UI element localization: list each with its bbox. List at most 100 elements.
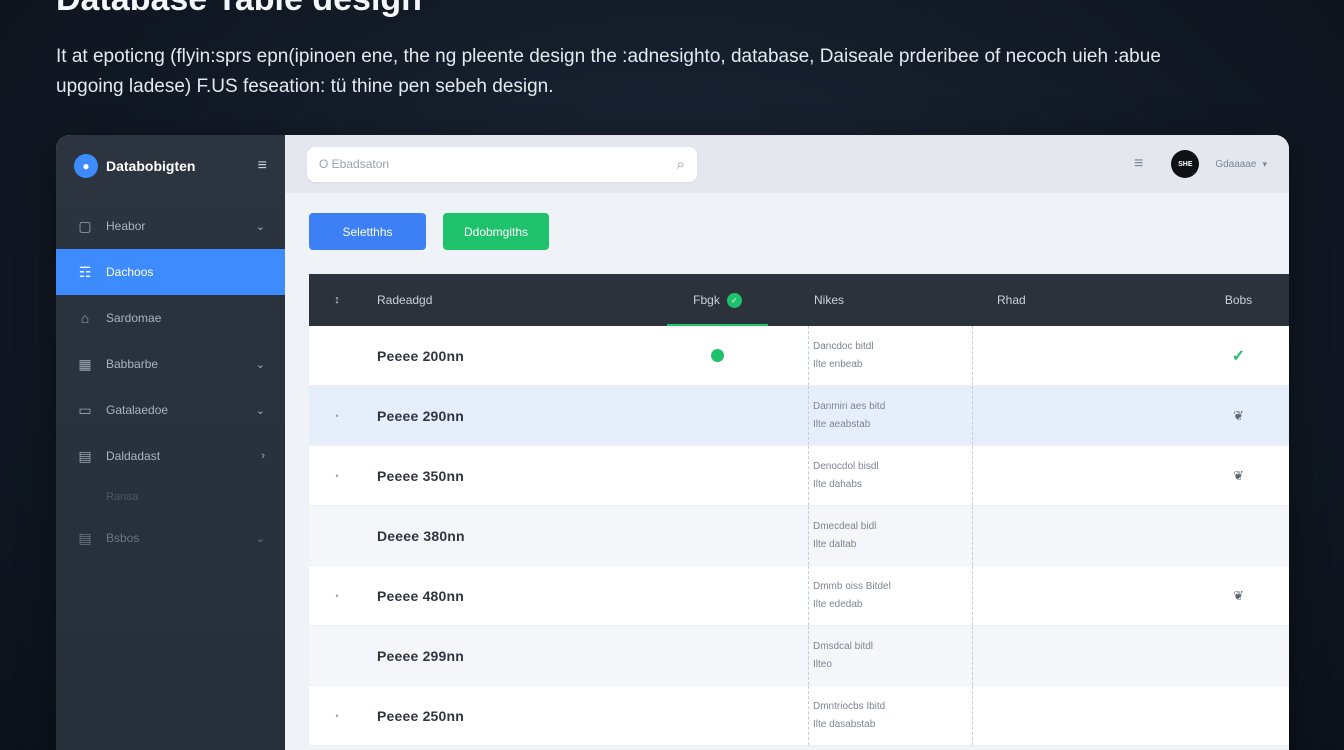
home-icon: ⌂ bbox=[80, 310, 90, 326]
table-row[interactable]: • Peeee 480nn Dmmb oiss Bitdel Ilte eded… bbox=[309, 566, 1289, 626]
sidebar-item-4[interactable]: ▭ Gatalaedoe ⌄ bbox=[56, 387, 285, 433]
row-name: Peeee 290nn bbox=[377, 407, 465, 424]
sidebar-item-5[interactable]: ▤ Daldadast › bbox=[56, 433, 285, 479]
sidebar-item-label: Babbarbe bbox=[106, 357, 159, 371]
row-name: Peeee 200nn bbox=[377, 347, 465, 364]
column-header-status[interactable]: Fbgk ✓ bbox=[627, 274, 808, 326]
row-note-line: Dmmb oiss Bitdel bbox=[813, 580, 891, 592]
drag-handle-icon[interactable]: • bbox=[309, 386, 365, 445]
row-state[interactable] bbox=[1188, 506, 1289, 565]
column-header-notes[interactable]: Nikes bbox=[808, 274, 973, 326]
drag-handle-icon[interactable]: • bbox=[309, 566, 365, 625]
row-note-line: Dmntriocbs Ibitd bbox=[813, 700, 886, 712]
row-note-line: Ilte daltab bbox=[813, 538, 857, 550]
chevron-down-icon: ⌄ bbox=[255, 404, 265, 417]
link-icon: ❦ bbox=[1233, 587, 1244, 603]
data-table: ↕ Radeadgd Fbgk ✓ Nikes Rhad Bobs Peeee … bbox=[309, 274, 1289, 746]
search-input[interactable] bbox=[319, 157, 677, 171]
row-state[interactable]: ❦ bbox=[1188, 446, 1289, 505]
row-state[interactable]: ❦ bbox=[1188, 566, 1289, 625]
row-state[interactable] bbox=[1188, 686, 1289, 745]
sidebar-item-2[interactable]: ⌂ Sardomae bbox=[56, 295, 285, 341]
sidebar-item-6[interactable]: ▤ Bsbos ⌄ bbox=[56, 515, 285, 561]
success-action-button[interactable]: Ddobmgiths bbox=[443, 213, 549, 250]
table-icon: ▤ bbox=[78, 529, 92, 546]
brand: ● Databobigten ≡ bbox=[56, 135, 285, 197]
row-status bbox=[627, 446, 808, 505]
row-read bbox=[973, 386, 1188, 445]
row-notes: Danmiri aes bitd Ilte aeabstab bbox=[808, 386, 973, 445]
sort-icon[interactable]: ↕ bbox=[309, 274, 365, 326]
row-name: Peeee 350nn bbox=[377, 467, 465, 484]
user-name[interactable]: Gdaaaae bbox=[1215, 159, 1256, 170]
row-status bbox=[627, 566, 808, 625]
table-row[interactable]: • Peeee 250nn Dmntriocbs Ibitd Ilte dasa… bbox=[309, 686, 1289, 746]
avatar[interactable]: SHE bbox=[1171, 150, 1200, 178]
row-notes: Denocdol bisdl Ilte dahabs bbox=[808, 446, 973, 505]
column-header-status-label: Fbgk bbox=[693, 293, 720, 307]
chevron-down-icon[interactable]: ▾ bbox=[1262, 159, 1267, 170]
table-row[interactable]: • Peeee 290nn Danmiri aes bitd Ilte aeab… bbox=[309, 386, 1289, 446]
row-note-line: Dmsdcal bitdl bbox=[813, 640, 874, 652]
row-state[interactable] bbox=[1188, 626, 1289, 685]
chevron-down-icon: ⌄ bbox=[255, 532, 265, 545]
sidebar-item-3[interactable]: ▦ Babbarbe ⌄ bbox=[56, 341, 285, 387]
row-status bbox=[627, 386, 808, 445]
main-content: ⌕ ≡ SHE Gdaaaae ▾ Seletthhs Ddobmgiths ↕… bbox=[285, 135, 1289, 750]
row-note-line: Ilte dahabs bbox=[813, 478, 862, 490]
table-row[interactable]: Peeee 299nn Dmsdcal bitdl Ilteo bbox=[309, 626, 1289, 686]
drag-handle-icon[interactable]: • bbox=[309, 686, 365, 745]
grid-icon: ▦ bbox=[78, 355, 92, 372]
check-icon: ✓ bbox=[1231, 347, 1246, 365]
sidebar: ● Databobigten ≡ ▢ Heabor ⌄ ☶ Dachoos ⌂ … bbox=[56, 135, 285, 750]
sidebar-item-0[interactable]: ▢ Heabor ⌄ bbox=[56, 203, 285, 249]
row-name: Peeee 480nn bbox=[377, 587, 465, 604]
row-state[interactable]: ❦ bbox=[1188, 386, 1289, 445]
drag-handle-icon[interactable] bbox=[309, 326, 365, 385]
row-status bbox=[627, 506, 808, 565]
row-note-line: Ilteo bbox=[813, 658, 832, 670]
panel-icon: ▭ bbox=[78, 401, 92, 418]
table-row[interactable]: • Peeee 350nn Denocdol bisdl Ilte dahabs… bbox=[309, 446, 1289, 506]
drag-handle-icon[interactable] bbox=[309, 506, 365, 565]
square-icon: ▢ bbox=[78, 217, 92, 234]
row-state[interactable]: ✓ bbox=[1188, 326, 1289, 385]
stack-icon: ☶ bbox=[78, 263, 92, 280]
search-box: ⌕ bbox=[307, 146, 697, 182]
row-read bbox=[973, 626, 1188, 685]
action-buttons: Seletthhs Ddobmgiths bbox=[309, 213, 566, 250]
drag-handle-icon[interactable] bbox=[309, 626, 365, 685]
sidebar-item-1[interactable]: ☶ Dachoos bbox=[56, 249, 285, 295]
column-header-state[interactable]: Bobs bbox=[1188, 274, 1289, 326]
topbar: ⌕ ≡ SHE Gdaaaae ▾ bbox=[285, 135, 1289, 193]
topbar-right: ≡ SHE Gdaaaae ▾ bbox=[1134, 150, 1267, 178]
row-notes: Dmmb oiss Bitdel Ilte ededab bbox=[808, 566, 973, 625]
intro-line-2: upgoing ladese) F.US feseation: tü thine… bbox=[56, 76, 554, 97]
row-note-line: Ilte aeabstab bbox=[813, 418, 871, 430]
row-notes: Dmecdeal bidl Ilte daltab bbox=[808, 506, 973, 565]
row-note-line: Ilte enbeab bbox=[813, 358, 863, 370]
search-icon[interactable]: ⌕ bbox=[677, 156, 685, 173]
app-window: ● Databobigten ≡ ▢ Heabor ⌄ ☶ Dachoos ⌂ … bbox=[56, 135, 1289, 750]
row-note-line: Danmiri aes bitd bbox=[813, 400, 886, 412]
table-row[interactable]: Peeee 200nn Dancdoc bitdl Ilte enbeab ✓ bbox=[309, 326, 1289, 386]
menu-icon[interactable]: ≡ bbox=[1134, 155, 1143, 173]
row-read bbox=[973, 566, 1188, 625]
sidebar-subitem[interactable]: Ranaa bbox=[56, 479, 285, 515]
status-dot-icon bbox=[711, 349, 724, 362]
table-header: ↕ Radeadgd Fbgk ✓ Nikes Rhad Bobs bbox=[309, 274, 1289, 326]
table-row[interactable]: Deeee 380nn Dmecdeal bidl Ilte daltab bbox=[309, 506, 1289, 566]
row-name: Peeee 299nn bbox=[377, 647, 465, 664]
sidebar-nav: ▢ Heabor ⌄ ☶ Dachoos ⌂ Sardomae ▦ Babbar… bbox=[56, 203, 285, 561]
row-status bbox=[627, 686, 808, 745]
sidebar-item-label: Bsbos bbox=[106, 531, 140, 545]
row-read bbox=[973, 506, 1188, 565]
row-notes: Dmsdcal bitdl Ilteo bbox=[808, 626, 973, 685]
primary-action-button[interactable]: Seletthhs bbox=[309, 213, 426, 250]
sidebar-toggle-icon[interactable]: ≡ bbox=[258, 157, 267, 175]
drag-handle-icon[interactable]: • bbox=[309, 446, 365, 505]
column-header-read[interactable]: Rhad bbox=[973, 274, 1188, 326]
row-name: Deeee 380nn bbox=[377, 527, 465, 544]
column-header-name[interactable]: Radeadgd bbox=[365, 274, 627, 326]
database-logo-icon: ● bbox=[74, 154, 98, 178]
